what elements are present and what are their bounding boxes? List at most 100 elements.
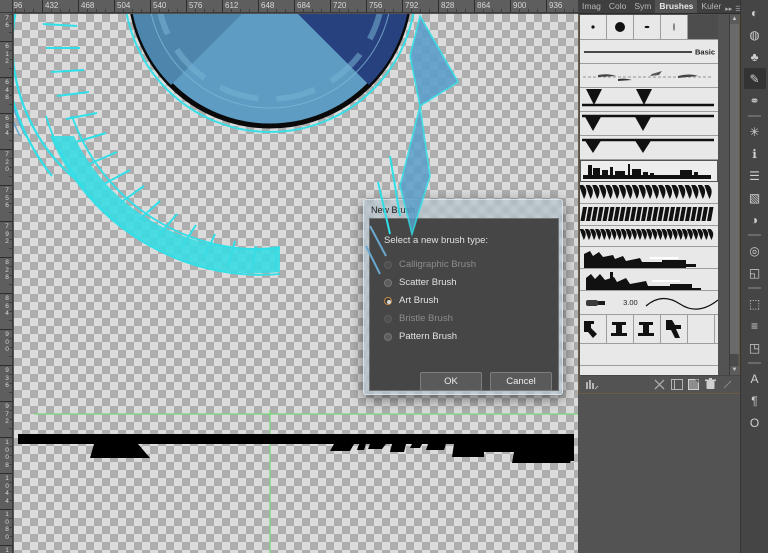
- ruler-minor-tick-h: [393, 9, 394, 12]
- brushes-icon[interactable]: ✎: [743, 68, 766, 89]
- brush-row-pattern[interactable]: [580, 315, 718, 344]
- brush-item-tapered-3[interactable]: [580, 136, 718, 160]
- brush-pattern-tile-3[interactable]: [634, 315, 661, 343]
- brushes-list[interactable]: Basic 3.00: [580, 15, 718, 375]
- color-icon[interactable]: ◐: [744, 2, 766, 23]
- brush-pattern-tile-5[interactable]: [688, 315, 715, 343]
- panel-tab-colo[interactable]: Colo: [605, 0, 630, 13]
- brush-item-tapered-2[interactable]: [580, 112, 718, 136]
- ruler-minor-tick-v: [9, 230, 12, 231]
- ruler-minor-tick-h: [456, 9, 457, 12]
- ruler-minor-tick-v: [9, 68, 12, 69]
- pathfinder-icon[interactable]: ◳: [744, 337, 766, 358]
- ruler-minor-tick-h: [357, 9, 358, 12]
- ruler-minor-tick-h: [132, 9, 133, 12]
- symbols-icon[interactable]: ⚭: [744, 90, 766, 111]
- vertical-ruler[interactable]: 5 7 66 1 26 4 86 8 47 2 07 5 67 9 28 2 8…: [0, 13, 13, 553]
- artboard-canvas[interactable]: [14, 14, 578, 553]
- ruler-minor-tick-v: [9, 302, 12, 303]
- align-icon[interactable]: ☰: [744, 165, 766, 186]
- ruler-minor-tick-h: [447, 9, 448, 12]
- brush-pattern-tile-2[interactable]: [607, 315, 634, 343]
- chevron-double-right-icon[interactable]: ▸▸: [725, 5, 732, 13]
- illustrator-window: 396 432 468 504 540 576 612 648 684 720 756 792 828 8…: [0, 0, 768, 553]
- scroll-up-button[interactable]: ▲: [730, 15, 739, 24]
- brush-item-charcoal[interactable]: [580, 64, 718, 88]
- art-brush-source-shape: [18, 434, 574, 463]
- gradient-icon[interactable]: ▧: [744, 187, 766, 208]
- ruler-minor-tick-h: [240, 9, 241, 12]
- info-icon-glyph: ℹ: [752, 146, 757, 161]
- ruler-minor-tick-h: [177, 9, 178, 12]
- brush-item-tech-2[interactable]: [580, 269, 718, 291]
- ruler-minor-tick-h: [420, 9, 421, 12]
- color-guide-icon[interactable]: ◍: [744, 24, 766, 45]
- ruler-minor-tick-v: [9, 482, 12, 483]
- ruler-minor-tick-h: [312, 9, 313, 12]
- brush-item-bristle[interactable]: 3.00: [580, 291, 718, 315]
- brush-item-dashes[interactable]: [580, 204, 718, 226]
- swatches-icon[interactable]: ♣: [744, 46, 766, 67]
- brush-item-blank-2[interactable]: [580, 366, 718, 375]
- ruler-minor-tick-v: [9, 14, 12, 15]
- ruler-minor-tick-v: [9, 140, 12, 141]
- info-icon[interactable]: ℹ: [744, 143, 766, 164]
- panel-icon-bar[interactable]: ◐ ◍ ♣ ✎ ⚭ ✳ ℹ ☰ ▧ ◑ ◎ ◱ ⬚ ≡ ◳ A ¶ O: [740, 0, 768, 553]
- transparency-icon[interactable]: ◑: [744, 209, 766, 230]
- ruler-minor-tick-h: [348, 9, 349, 12]
- brush-item-ripple-small[interactable]: [580, 226, 718, 247]
- paragraph-icon[interactable]: ¶: [744, 390, 766, 411]
- brush-swatch-dot-small[interactable]: [580, 15, 607, 39]
- remove-brush-stroke-icon[interactable]: [651, 379, 668, 390]
- graphic-styles-icon[interactable]: ◱: [744, 262, 766, 283]
- ruler-minor-tick-h: [429, 9, 430, 12]
- opentype-icon[interactable]: O: [744, 412, 766, 433]
- brush-item-basic[interactable]: Basic: [580, 40, 718, 64]
- stroke-icon-glyph: ✳: [749, 124, 760, 139]
- ruler-minor-tick-v: [9, 95, 12, 96]
- appearance-icon[interactable]: ◎: [744, 240, 766, 261]
- brush-swatch-dot-large[interactable]: [607, 15, 634, 39]
- brush-pattern-tile-4[interactable]: [661, 315, 688, 343]
- scroll-down-button[interactable]: ▼: [730, 366, 739, 375]
- brush-libraries-icon[interactable]: [584, 379, 601, 390]
- brush-item-basic-label: Basic: [694, 47, 715, 56]
- ruler-minor-tick-h: [213, 9, 214, 12]
- panel-tab-sym[interactable]: Sym: [630, 0, 655, 13]
- panel-tab-imag[interactable]: Imag: [578, 0, 605, 13]
- brush-swatch-dot-oval[interactable]: [634, 15, 661, 39]
- artboards-icon[interactable]: ⬚: [744, 293, 766, 314]
- color-icon-glyph: ◐: [750, 5, 759, 20]
- panel-tab-kuler[interactable]: Kuler: [697, 0, 725, 13]
- brush-item-blank-1[interactable]: [580, 344, 718, 366]
- ruler-minor-tick-v: [9, 419, 12, 420]
- brush-row-calligraphic[interactable]: [580, 15, 718, 40]
- footer-resize-grip[interactable]: [719, 380, 736, 389]
- ruler-minor-tick-v: [9, 536, 12, 537]
- brush-item-tapered-1[interactable]: [580, 88, 718, 112]
- brush-item-tech-1[interactable]: [580, 247, 718, 269]
- panel-tab-strip[interactable]: Imag Colo Sym Brushes Kuler ▸▸ ☰: [578, 0, 742, 14]
- pathfinder-icon-glyph: ◳: [748, 340, 761, 355]
- ruler-minor-tick-v: [9, 428, 12, 429]
- layers-icon[interactable]: ≡: [744, 315, 766, 336]
- brush-swatch-dot-thin[interactable]: [661, 15, 688, 39]
- ruler-minor-tick-h: [96, 9, 97, 12]
- new-brush-icon[interactable]: [685, 378, 702, 390]
- options-of-selected-object-icon[interactable]: [668, 378, 685, 390]
- graphic-styles-icon-glyph: ◱: [748, 265, 761, 280]
- ruler-minor-tick-v: [9, 311, 12, 312]
- stroke-icon[interactable]: ✳: [744, 121, 766, 142]
- character-icon[interactable]: A: [744, 368, 766, 389]
- brushes-scrollbar[interactable]: ▲ ▼: [729, 15, 739, 375]
- brush-item-ripple[interactable]: [580, 182, 718, 204]
- delete-brush-icon[interactable]: [702, 378, 719, 390]
- brush-item-cityscape[interactable]: [580, 160, 718, 182]
- ruler-minor-tick-v: [9, 104, 12, 105]
- brush-row-empty-area: [688, 15, 718, 39]
- scroll-thumb[interactable]: [730, 24, 739, 354]
- panel-tab-brushes[interactable]: Brushes: [655, 0, 698, 13]
- horizontal-ruler[interactable]: 396 432 468 504 540 576 612 648 684 720 756 792 828 8…: [0, 0, 578, 13]
- swatches-icon-glyph: ♣: [750, 49, 759, 64]
- brush-pattern-tile-1[interactable]: [580, 315, 607, 343]
